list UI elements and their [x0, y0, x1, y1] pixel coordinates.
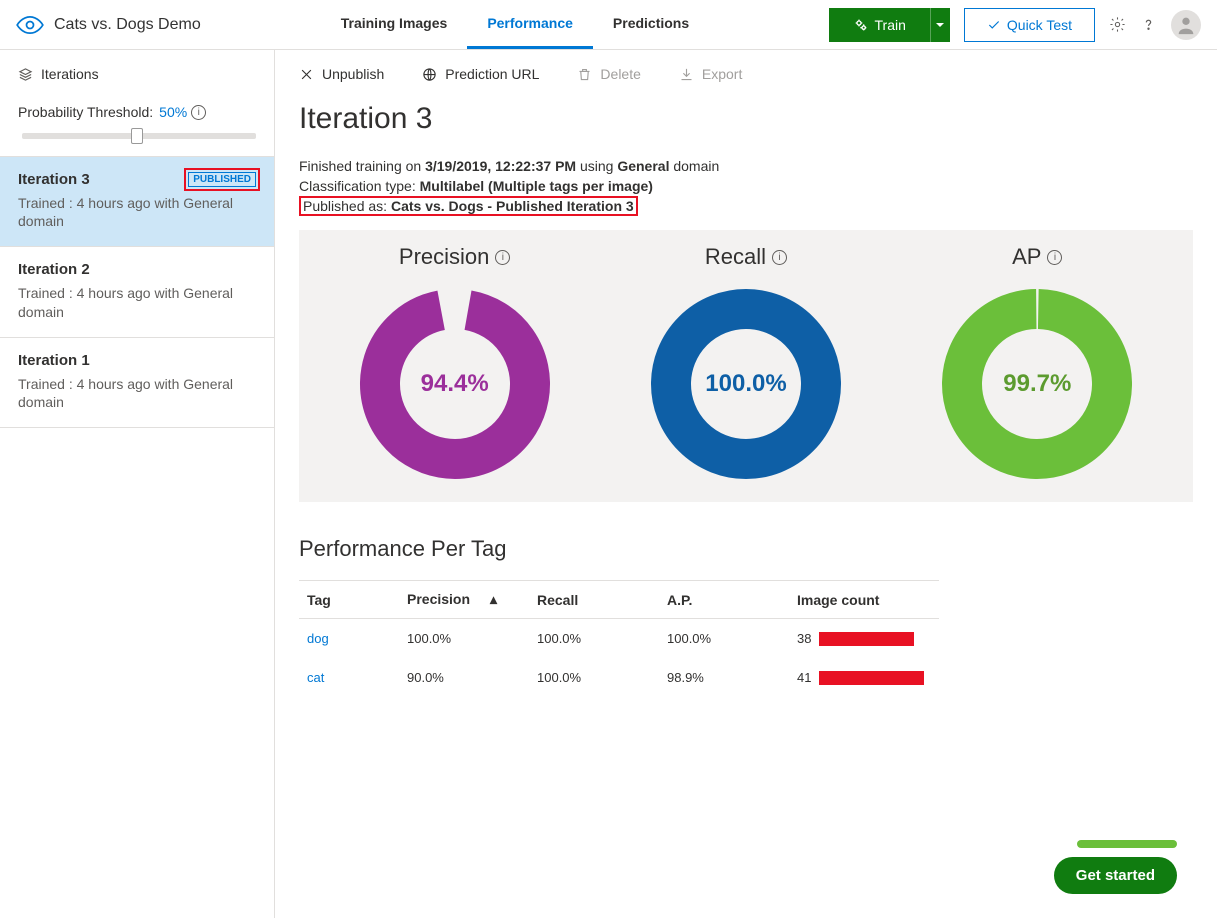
threshold-value: 50% — [159, 104, 187, 120]
main: Iterations Probability Threshold: 50% i … — [0, 50, 1217, 918]
info-icon[interactable]: i — [191, 105, 206, 120]
tab-training-images[interactable]: Training Images — [321, 0, 468, 49]
cell-precision: 100.0% — [399, 619, 529, 659]
recall-value: 100.0% — [705, 370, 786, 398]
metric-ap: AP i 99.7% — [912, 244, 1162, 484]
col-recall[interactable]: Recall — [529, 581, 659, 619]
cell-recall: 100.0% — [529, 658, 659, 697]
col-ap[interactable]: A.P. — [659, 581, 789, 619]
info-icon[interactable]: i — [772, 250, 787, 265]
iterations-header: Iterations — [18, 66, 256, 82]
recall-title: Recall — [705, 244, 766, 270]
iteration-subtitle: Trained : 4 hours ago with General domai… — [18, 194, 256, 230]
delete-label: Delete — [600, 66, 640, 82]
iteration-item-3[interactable]: Iteration 3 PUBLISHED Trained : 4 hours … — [0, 157, 274, 247]
prediction-url-button[interactable]: Prediction URL — [422, 66, 539, 82]
iteration-item-1[interactable]: Iteration 1 Trained : 4 hours ago with G… — [0, 338, 274, 428]
content: Unpublish Prediction URL Delete Export I… — [275, 50, 1217, 918]
quick-test-button[interactable]: Quick Test — [964, 8, 1095, 42]
count-bar — [819, 632, 914, 646]
person-icon — [1175, 14, 1197, 36]
train-button[interactable]: Train — [829, 8, 950, 42]
cell-ap: 100.0% — [659, 619, 789, 659]
unpublish-button[interactable]: Unpublish — [299, 66, 384, 82]
unpublish-label: Unpublish — [322, 66, 384, 82]
metric-recall: Recalli 100.0% — [621, 244, 871, 484]
finished-training-line: Finished training on 3/19/2019, 12:22:37… — [299, 158, 1193, 174]
quick-test-label: Quick Test — [1007, 17, 1072, 33]
sort-up-icon: ▴ — [490, 591, 497, 607]
help-icon[interactable] — [1140, 16, 1157, 33]
published-badge: PUBLISHED — [188, 172, 256, 187]
caret-down-icon — [935, 20, 945, 30]
train-label: Train — [875, 17, 906, 33]
metric-precision: Precision i 94.4% — [330, 244, 580, 484]
eye-logo-icon — [16, 11, 44, 39]
iteration-title: Iteration 3 — [18, 171, 90, 188]
trash-icon — [577, 67, 592, 82]
col-precision[interactable]: Precision▴ — [399, 581, 529, 619]
get-started-progress — [1077, 840, 1177, 848]
performance-table: Tag Precision▴ Recall A.P. Image count d… — [299, 580, 939, 697]
ap-title: AP — [1012, 244, 1041, 270]
tag-link[interactable]: cat — [307, 670, 324, 685]
iteration-subtitle: Trained : 4 hours ago with General domai… — [18, 375, 256, 411]
cell-recall: 100.0% — [529, 619, 659, 659]
iteration-item-2[interactable]: Iteration 2 Trained : 4 hours ago with G… — [0, 247, 274, 337]
tab-performance[interactable]: Performance — [467, 0, 593, 49]
metrics-panel: Precisioni 94.4% Recalli — [299, 230, 1193, 502]
export-button: Export — [679, 66, 742, 82]
settings-icon[interactable] — [1109, 16, 1126, 33]
threshold-slider[interactable] — [18, 126, 256, 146]
header: Cats vs. Dogs Demo Training Images Perfo… — [0, 0, 1217, 50]
header-right: Train Quick Test — [829, 8, 1202, 42]
iteration-heading: Iteration 3 — [299, 102, 1193, 136]
download-icon — [679, 67, 694, 82]
published-as-line: Published as: Cats vs. Dogs - Published … — [299, 198, 1193, 214]
get-started-button[interactable]: Get started — [1054, 857, 1177, 894]
table-row: cat 90.0% 100.0% 98.9% 41 — [299, 658, 939, 697]
tab-predictions[interactable]: Predictions — [593, 0, 709, 49]
col-image-count[interactable]: Image count — [789, 581, 939, 619]
nav-tabs: Training Images Performance Predictions — [321, 0, 709, 49]
classification-type-line: Classification type: Multilabel (Multipl… — [299, 178, 1193, 194]
content-toolbar: Unpublish Prediction URL Delete Export — [275, 50, 1217, 98]
iteration-title: Iteration 1 — [18, 352, 256, 369]
app-title: Cats vs. Dogs Demo — [54, 16, 201, 34]
precision-value: 94.4% — [421, 370, 489, 398]
ap-value: 99.7% — [1003, 370, 1071, 398]
info-icon[interactable]: i — [495, 250, 510, 265]
count-bar — [819, 671, 924, 685]
prediction-url-label: Prediction URL — [445, 66, 539, 82]
probability-threshold: Probability Threshold: 50% i — [18, 104, 256, 120]
iteration-title: Iteration 2 — [18, 261, 256, 278]
info-icon[interactable]: i — [1047, 250, 1062, 265]
iterations-label: Iterations — [41, 66, 99, 82]
globe-icon — [422, 67, 437, 82]
train-dropdown[interactable] — [930, 8, 950, 42]
layers-icon — [18, 67, 33, 82]
performance-per-tag-title: Performance Per Tag — [299, 536, 1193, 562]
close-icon — [299, 67, 314, 82]
cell-count: 41 — [797, 670, 811, 685]
cell-precision: 90.0% — [399, 658, 529, 697]
threshold-label: Probability Threshold: — [18, 104, 153, 120]
export-label: Export — [702, 66, 742, 82]
iteration-subtitle: Trained : 4 hours ago with General domai… — [18, 284, 256, 320]
cell-ap: 98.9% — [659, 658, 789, 697]
cell-count: 38 — [797, 631, 811, 646]
avatar[interactable] — [1171, 10, 1201, 40]
precision-title: Precision — [399, 244, 489, 270]
table-row: dog 100.0% 100.0% 100.0% 38 — [299, 619, 939, 659]
check-icon — [987, 18, 1001, 32]
col-tag[interactable]: Tag — [299, 581, 399, 619]
sidebar: Iterations Probability Threshold: 50% i … — [0, 50, 275, 918]
tag-link[interactable]: dog — [307, 631, 329, 646]
gears-icon — [853, 17, 869, 33]
delete-button: Delete — [577, 66, 640, 82]
